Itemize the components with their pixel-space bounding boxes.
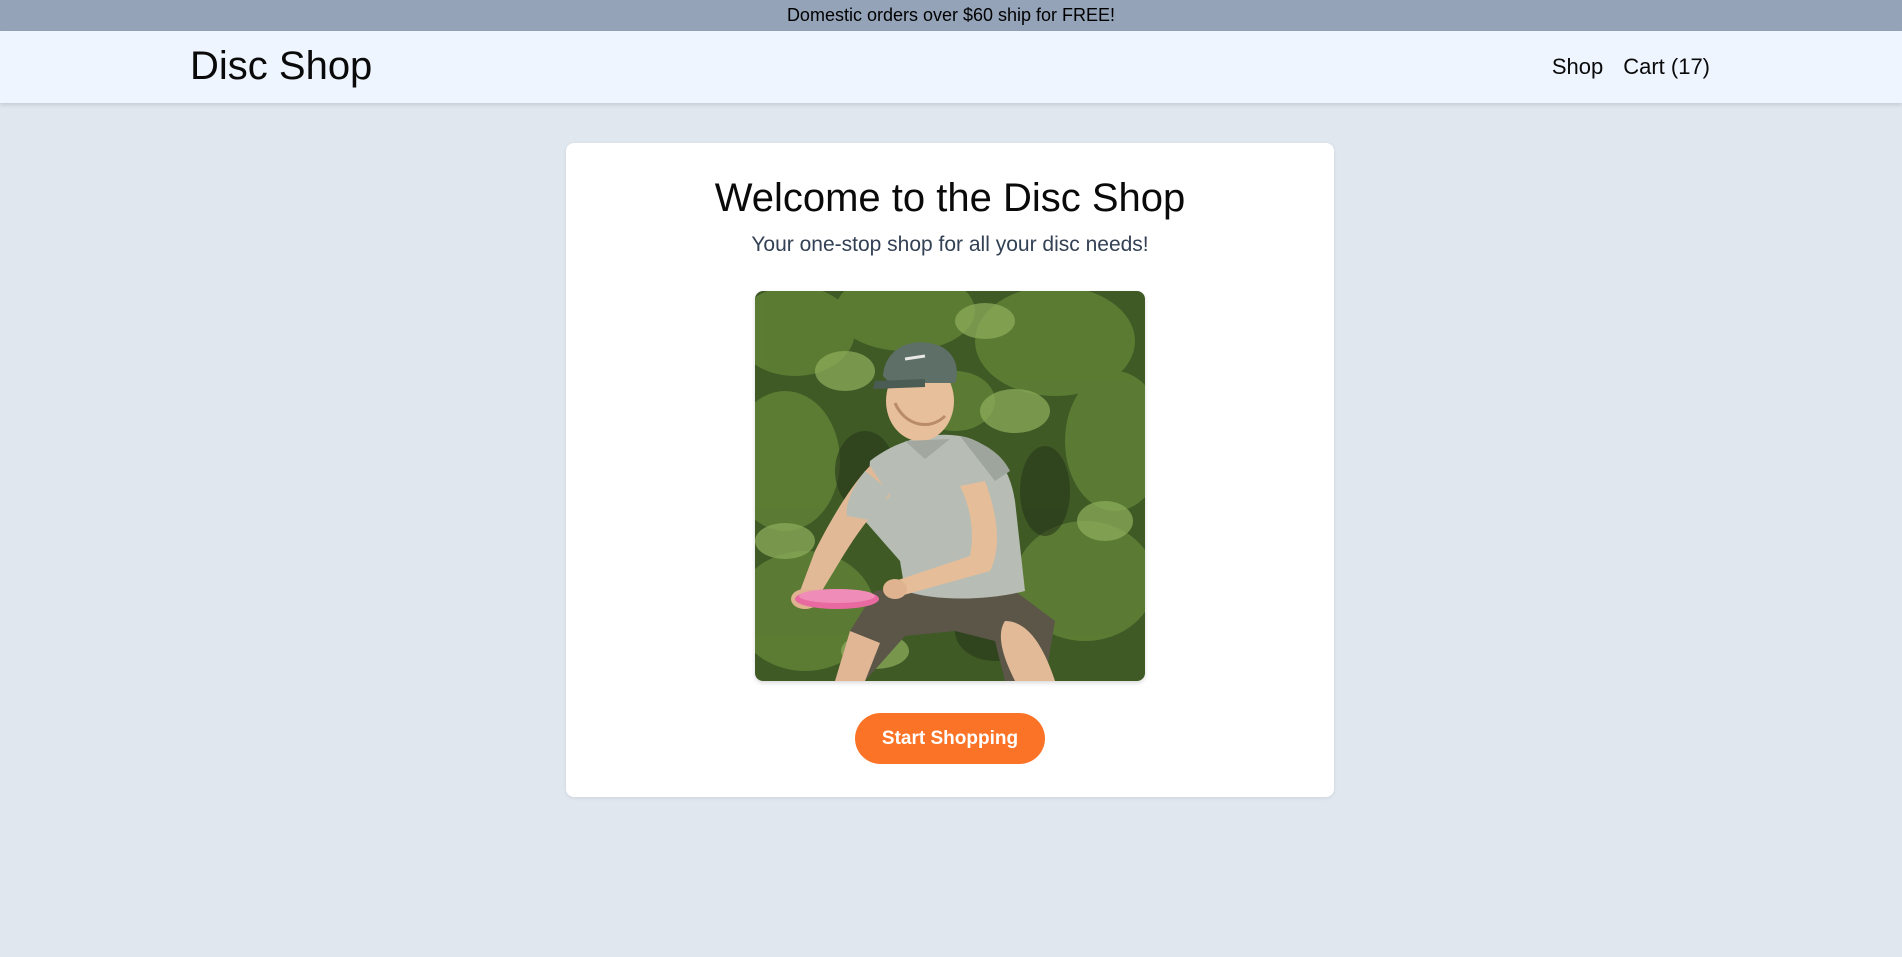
page-subtitle: Your one-stop shop for all your disc nee… [751,233,1149,256]
photo-person-throwing-disc-icon [755,291,1145,681]
welcome-card: Welcome to the Disc Shop Your one-stop s… [566,143,1334,797]
page-title: Welcome to the Disc Shop [714,176,1186,220]
nav-shop-link[interactable]: Shop [1552,53,1603,81]
site-logo[interactable]: Disc Shop [190,43,372,89]
nav-cart-link[interactable]: Cart (17) [1623,53,1710,81]
start-shopping-button[interactable]: Start Shopping [855,713,1045,764]
promo-text: Domestic orders over $60 ship for FREE! [786,5,1116,25]
promo-banner: Domestic orders over $60 ship for FREE! [0,0,1902,31]
main-nav: Shop Cart (17) [1552,53,1710,81]
site-header: Disc Shop Shop Cart (17) [0,31,1902,103]
hero-image [755,291,1145,681]
